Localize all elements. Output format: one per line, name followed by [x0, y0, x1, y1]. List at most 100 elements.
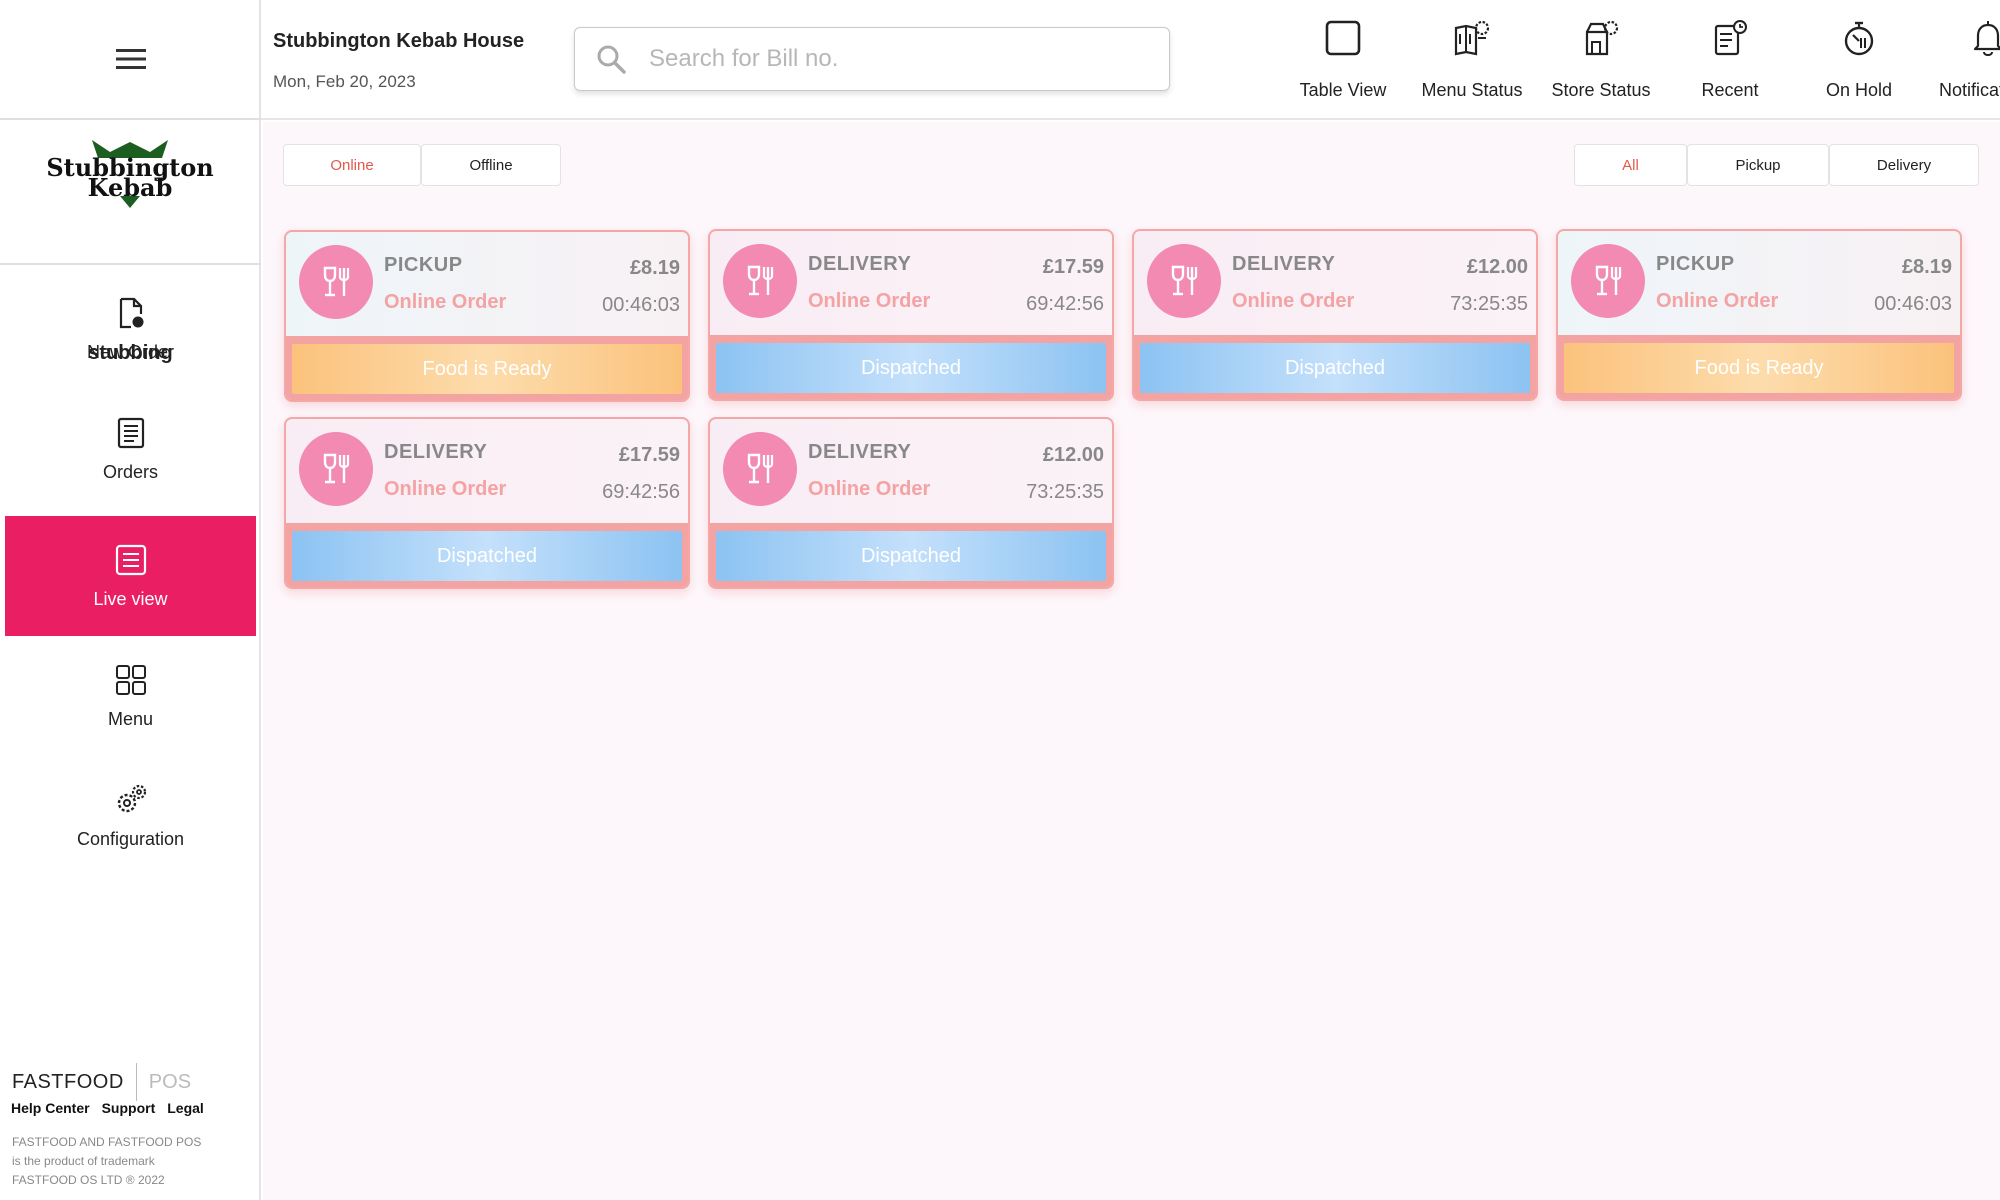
legal-line: FASTFOOD AND FASTFOOD POS [12, 1135, 202, 1149]
live-view-main: Online Offline All Pickup Delivery PICKU… [263, 122, 2000, 1200]
legal-link[interactable]: Legal [167, 1100, 204, 1116]
wine-glass-fork-icon [747, 265, 774, 296]
search-icon [597, 45, 626, 74]
footer-brand-main: FASTFOOD [12, 1070, 124, 1093]
order-icon-circle [723, 432, 797, 506]
sidebar-item-label: New Order [86, 341, 175, 362]
sidebar-item-new-order[interactable]: New Order [5, 269, 256, 389]
table-view-button[interactable]: Table View [1278, 0, 1408, 120]
order-icon-circle [723, 244, 797, 318]
sidebar: Stubbington Kebab stubbing New Order Ord… [0, 0, 261, 1200]
tool-label: Notifications [1938, 80, 2000, 100]
search-input[interactable] [649, 45, 1149, 73]
order-price: £8.19 [629, 257, 680, 279]
order-type: DELIVERY [808, 441, 912, 463]
order-card[interactable]: DELIVERY Online Order £17.59 69:42:56 Di… [284, 417, 690, 589]
order-price: £12.00 [1042, 444, 1104, 466]
order-price: £12.00 [1466, 256, 1528, 278]
notifications-button[interactable]: Notifications [1923, 0, 2000, 120]
order-card[interactable]: PICKUP Online Order £8.19 00:46:03 Food … [284, 230, 690, 402]
sidebar-item-configuration[interactable]: Configuration [5, 756, 256, 876]
order-type: DELIVERY [384, 441, 488, 463]
order-status-button[interactable]: Dispatched [292, 531, 682, 581]
live-view-icon [115, 544, 146, 575]
sidebar-item-label: Orders [102, 461, 158, 482]
sidebar-item-live-view[interactable]: Live view [5, 516, 256, 636]
brand-block: Stubbington Kebab stubbing [0, 120, 261, 364]
new-order-icon [119, 297, 143, 328]
filter-all[interactable]: All [1574, 144, 1687, 186]
legal-line: FASTFOOD OS LTD ® 2022 [12, 1173, 165, 1187]
order-icon-circle [299, 432, 373, 506]
menu-grid-icon [115, 664, 146, 695]
order-type: DELIVERY [1232, 253, 1336, 275]
tool-label: Table View [1299, 80, 1387, 100]
footer-legal-text: FASTFOOD AND FASTFOOD POS is the product… [12, 1133, 252, 1190]
filter-offline[interactable]: Offline [421, 144, 561, 186]
recent-button[interactable]: Recent [1665, 0, 1795, 120]
on-hold-button[interactable]: On Hold [1794, 0, 1924, 120]
menu-status-icon [1454, 20, 1490, 56]
order-price: £8.19 [1901, 256, 1952, 278]
legal-line: is the product of trademark [12, 1154, 155, 1168]
order-price: £17.59 [618, 444, 680, 466]
on-hold-icon [1844, 21, 1874, 56]
order-elapsed-time: 00:46:03 [1874, 293, 1952, 315]
footer-brand: FASTFOOD POS [12, 1063, 191, 1101]
store-title: Stubbington Kebab House [273, 30, 525, 52]
hamburger-icon [115, 49, 146, 69]
hamburger-menu-button[interactable] [0, 0, 261, 120]
table-view-icon [1325, 20, 1361, 56]
tool-label: On Hold [1825, 80, 1893, 100]
order-elapsed-time: 69:42:56 [1026, 293, 1104, 315]
menu-status-button[interactable]: Menu Status [1407, 0, 1537, 120]
order-price: £17.59 [1042, 256, 1104, 278]
order-icon-circle [1571, 244, 1645, 318]
filter-online[interactable]: Online [283, 144, 421, 186]
tool-label: Store Status [1551, 80, 1651, 100]
order-elapsed-time: 73:25:35 [1026, 481, 1104, 503]
wine-glass-fork-icon [1171, 265, 1198, 296]
store-status-icon [1585, 20, 1619, 56]
top-header: Stubbington Kebab House Mon, Feb 20, 202… [261, 0, 2000, 120]
tool-label: Recent [1701, 80, 1759, 100]
order-source: Online Order [808, 290, 931, 312]
order-status-button[interactable]: Food is Ready [1564, 343, 1954, 393]
footer-brand-divider [135, 1063, 137, 1101]
order-card[interactable]: DELIVERY Online Order £12.00 73:25:35 Di… [708, 417, 1114, 589]
order-card[interactable]: PICKUP Online Order £8.19 00:46:03 Food … [1556, 229, 1962, 401]
order-source: Online Order [384, 291, 507, 313]
order-icon-circle [1147, 244, 1221, 318]
order-status-button[interactable]: Dispatched [716, 531, 1106, 581]
help-center-link[interactable]: Help Center [11, 1100, 90, 1116]
store-logo: Stubbington Kebab [30, 138, 230, 210]
logo-line-2: Kebab [87, 173, 173, 202]
order-status-button[interactable]: Dispatched [716, 343, 1106, 393]
sidebar-item-orders[interactable]: Orders [5, 389, 256, 509]
store-date: Mon, Feb 20, 2023 [273, 72, 416, 91]
order-elapsed-time: 73:25:35 [1450, 293, 1528, 315]
wine-glass-fork-icon [1595, 265, 1622, 296]
order-card[interactable]: DELIVERY Online Order £17.59 69:42:56 Di… [708, 229, 1114, 401]
order-type: DELIVERY [808, 253, 912, 275]
wine-glass-fork-icon [323, 453, 350, 484]
order-source: Online Order [1232, 290, 1355, 312]
order-elapsed-time: 69:42:56 [602, 481, 680, 503]
gears-icon [117, 784, 146, 812]
footer-links: Help Center Support Legal [11, 1100, 204, 1116]
order-status-button[interactable]: Food is Ready [292, 344, 682, 394]
store-status-button[interactable]: Store Status [1536, 0, 1666, 120]
sidebar-item-label: Live view [93, 588, 168, 609]
order-card[interactable]: DELIVERY Online Order £12.00 73:25:35 Di… [1132, 229, 1538, 401]
filter-pickup[interactable]: Pickup [1687, 144, 1829, 186]
support-link[interactable]: Support [102, 1100, 156, 1116]
tool-label: Menu Status [1421, 80, 1523, 100]
order-type: PICKUP [1656, 253, 1735, 275]
bill-search[interactable] [574, 27, 1170, 91]
order-status-button[interactable]: Dispatched [1140, 343, 1530, 393]
filter-delivery[interactable]: Delivery [1829, 144, 1979, 186]
sidebar-item-menu[interactable]: Menu [5, 636, 256, 756]
wine-glass-fork-icon [747, 453, 774, 484]
sidebar-item-label: Configuration [76, 828, 185, 849]
sidebar-item-label: Menu [107, 708, 154, 729]
